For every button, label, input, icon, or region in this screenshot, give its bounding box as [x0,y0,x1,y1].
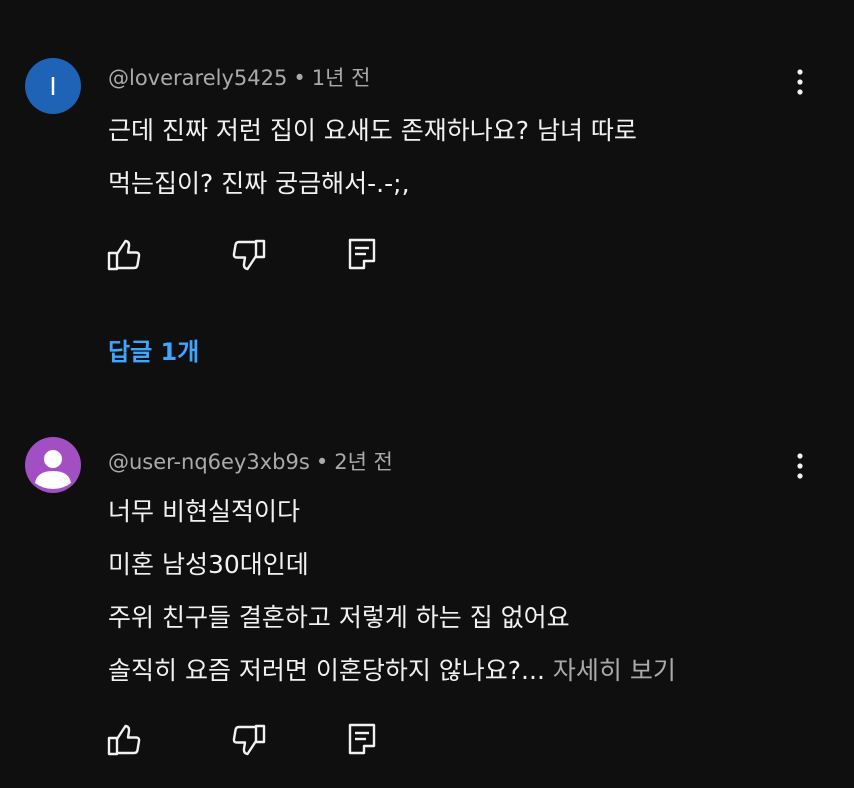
like-icon[interactable] [106,237,142,273]
meta-separator: • [293,66,306,90]
comment-time: 1년 전 [311,66,371,90]
reply-icon[interactable] [344,721,380,757]
avatar[interactable]: I [25,58,81,114]
more-vert-icon[interactable] [786,448,814,484]
person-icon [35,450,71,489]
dislike-icon[interactable] [231,722,267,758]
reply-icon[interactable] [344,236,380,272]
comment-text-truncated: 솔직히 요즘 저러면 이혼당하지 않나요?... [108,656,545,685]
comment-text-line: 너무 비현실적이다 [108,497,300,526]
comment-text-line: 솔직히 요즘 저러면 이혼당하지 않나요?... 자세히 보기 [108,651,676,687]
more-vert-icon[interactable] [786,64,814,100]
dislike-icon[interactable] [231,237,267,273]
replies-toggle[interactable]: 답글 1개 [108,332,199,367]
comment-text-line: 근데 진짜 저런 집이 요새도 존재하나요? 남녀 따로 [108,116,637,145]
comment-meta: @user-nq6ey3xb9s • 2년 전 [108,446,393,476]
avatar-letter: I [49,70,57,101]
meta-separator: • [315,450,329,474]
like-icon[interactable] [106,722,142,758]
comment-meta: @loverarely5425 • 1년 전 [108,62,370,92]
comment-text-line: 먹는집이? 진짜 궁금해서-.-;, [108,169,410,198]
comment-text-line: 주위 친구들 결혼하고 저렇게 하는 집 없어요 [108,603,570,632]
comment-time: 2년 전 [334,450,393,474]
read-more-link[interactable]: 자세히 보기 [553,656,676,685]
author-handle[interactable]: @loverarely5425 [108,66,287,90]
author-handle[interactable]: @user-nq6ey3xb9s [108,450,310,474]
avatar[interactable] [25,437,81,493]
comment-text-line: 미혼 남성30대인데 [108,550,309,579]
